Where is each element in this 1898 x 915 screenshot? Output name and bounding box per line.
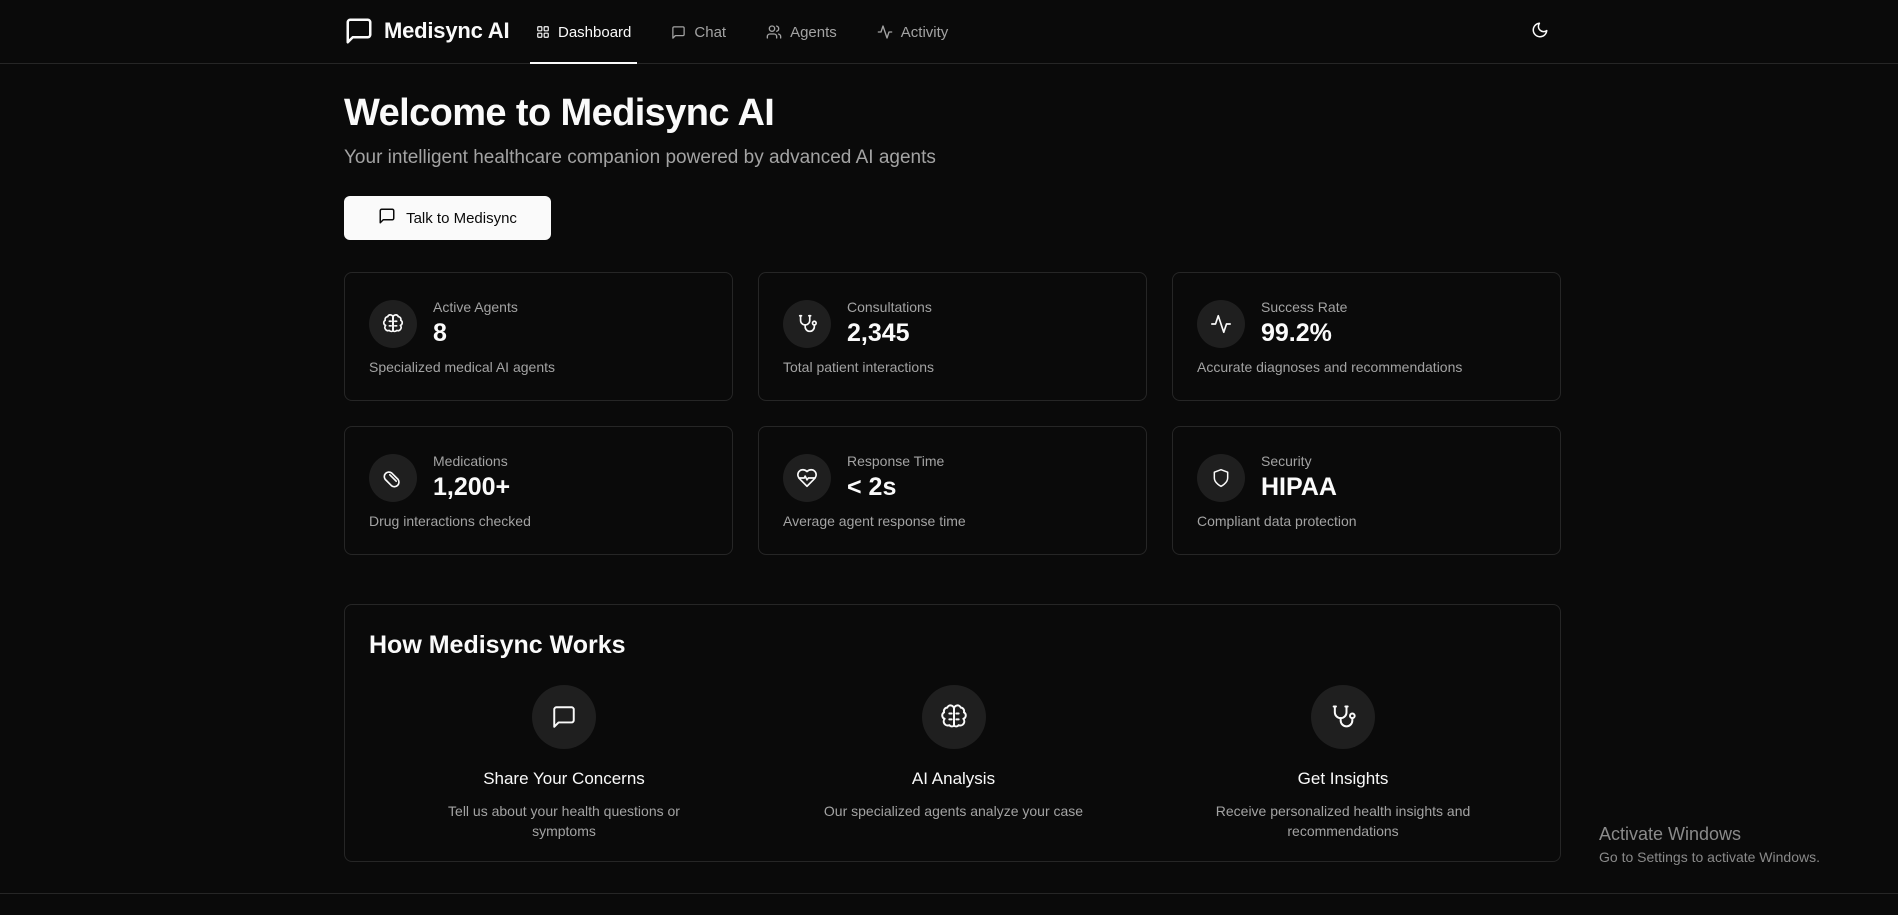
stat-value: HIPAA (1261, 473, 1337, 501)
app-name: Medisync AI (384, 18, 510, 43)
stat-card-response-time: Response Time < 2s Average agent respons… (758, 426, 1147, 555)
chat-icon (671, 25, 686, 40)
brain-icon (369, 300, 417, 348)
stat-card-success-rate: Success Rate 99.2% Accurate diagnoses an… (1172, 272, 1561, 401)
stat-card-security: Security HIPAA Compliant data protection (1172, 426, 1561, 555)
stethoscope-icon (783, 300, 831, 348)
main-nav: Dashboard Chat Agents Activity (530, 0, 982, 64)
steps-list: Share Your Concerns Tell us about your h… (369, 685, 1538, 841)
grid-icon (536, 25, 550, 39)
step-title: Share Your Concerns (483, 769, 645, 788)
stat-description: Compliant data protection (1197, 513, 1357, 529)
stat-description: Specialized medical AI agents (369, 359, 555, 375)
step-description: Our specialized agents analyze your case (823, 803, 1084, 819)
activity-icon (1197, 300, 1245, 348)
nav-item-activity[interactable]: Activity (871, 0, 955, 64)
chat-bubble-icon (344, 16, 374, 46)
stat-card-medications: Medications 1,200+ Drug interactions che… (344, 426, 733, 555)
step-get-insights: Get Insights Receive personalized health… (1148, 685, 1538, 841)
step-title: Get Insights (1297, 769, 1389, 788)
stat-value: < 2s (847, 473, 897, 501)
stat-card-active-agents: Active Agents 8 Specialized medical AI a… (344, 272, 733, 401)
brand[interactable]: Medisync AI (344, 14, 510, 48)
shield-icon (1197, 454, 1245, 502)
step-share-concerns: Share Your Concerns Tell us about your h… (369, 685, 759, 841)
users-icon (766, 24, 782, 40)
how-it-works-section: How Medisync Works Share Your Concerns T… (344, 604, 1561, 862)
step-title: AI Analysis (911, 769, 996, 788)
page-title: Welcome to Medisync AI (344, 92, 775, 134)
page-subtitle: Your intelligent healthcare companion po… (344, 147, 936, 168)
activity-icon (877, 24, 893, 40)
stat-label: Security (1261, 453, 1312, 469)
brain-icon (921, 685, 986, 749)
top-navbar: Medisync AI Dashboard Chat Agents Activi… (0, 0, 1898, 64)
stat-label: Response Time (847, 453, 945, 469)
stat-value: 1,200+ (433, 473, 511, 501)
stat-value: 8 (433, 319, 447, 347)
stat-label: Active Agents (433, 299, 518, 315)
activate-windows-watermark: Activate Windows Go to Settings to activ… (1599, 824, 1820, 865)
stat-value: 99.2% (1261, 319, 1332, 347)
stat-label: Consultations (847, 299, 932, 315)
watermark-title: Activate Windows (1599, 824, 1742, 844)
nav-item-label: Activity (900, 23, 949, 41)
nav-item-chat[interactable]: Chat (665, 0, 732, 64)
stat-label: Success Rate (1261, 299, 1348, 315)
stats-grid: Active Agents 8 Specialized medical AI a… (344, 272, 1561, 555)
step-description: Tell us about your health questions or s… (448, 803, 680, 839)
chat-icon (532, 685, 596, 749)
nav-item-dashboard[interactable]: Dashboard (530, 0, 638, 64)
stethoscope-icon (1311, 685, 1376, 749)
step-ai-analysis: AI Analysis Our specialized agents analy… (759, 685, 1148, 841)
stat-label: Medications (433, 453, 508, 469)
stat-value: 2,345 (847, 319, 910, 347)
footer-divider (0, 893, 1898, 894)
moon-icon (1531, 21, 1549, 44)
theme-toggle-button[interactable] (1525, 18, 1555, 46)
section-title: How Medisync Works (369, 631, 626, 659)
stat-card-consultations: Consultations 2,345 Total patient intera… (758, 272, 1147, 401)
stat-description: Accurate diagnoses and recommendations (1197, 359, 1463, 375)
nav-item-agents[interactable]: Agents (760, 0, 843, 64)
heart-pulse-icon (783, 454, 831, 502)
pill-icon (369, 454, 417, 502)
stat-description: Average agent response time (783, 513, 966, 529)
cta-label: Talk to Medisync (406, 209, 517, 227)
chat-icon (378, 207, 396, 229)
nav-item-label: Agents (790, 23, 837, 41)
talk-to-medisync-button[interactable]: Talk to Medisync (344, 196, 551, 240)
stat-description: Total patient interactions (783, 359, 934, 375)
nav-item-label: Chat (694, 23, 727, 41)
nav-item-label: Dashboard (558, 23, 632, 41)
stat-description: Drug interactions checked (369, 513, 531, 529)
watermark-subtitle: Go to Settings to activate Windows. (1599, 849, 1820, 865)
step-description: Receive personalized health insights and… (1215, 803, 1471, 839)
